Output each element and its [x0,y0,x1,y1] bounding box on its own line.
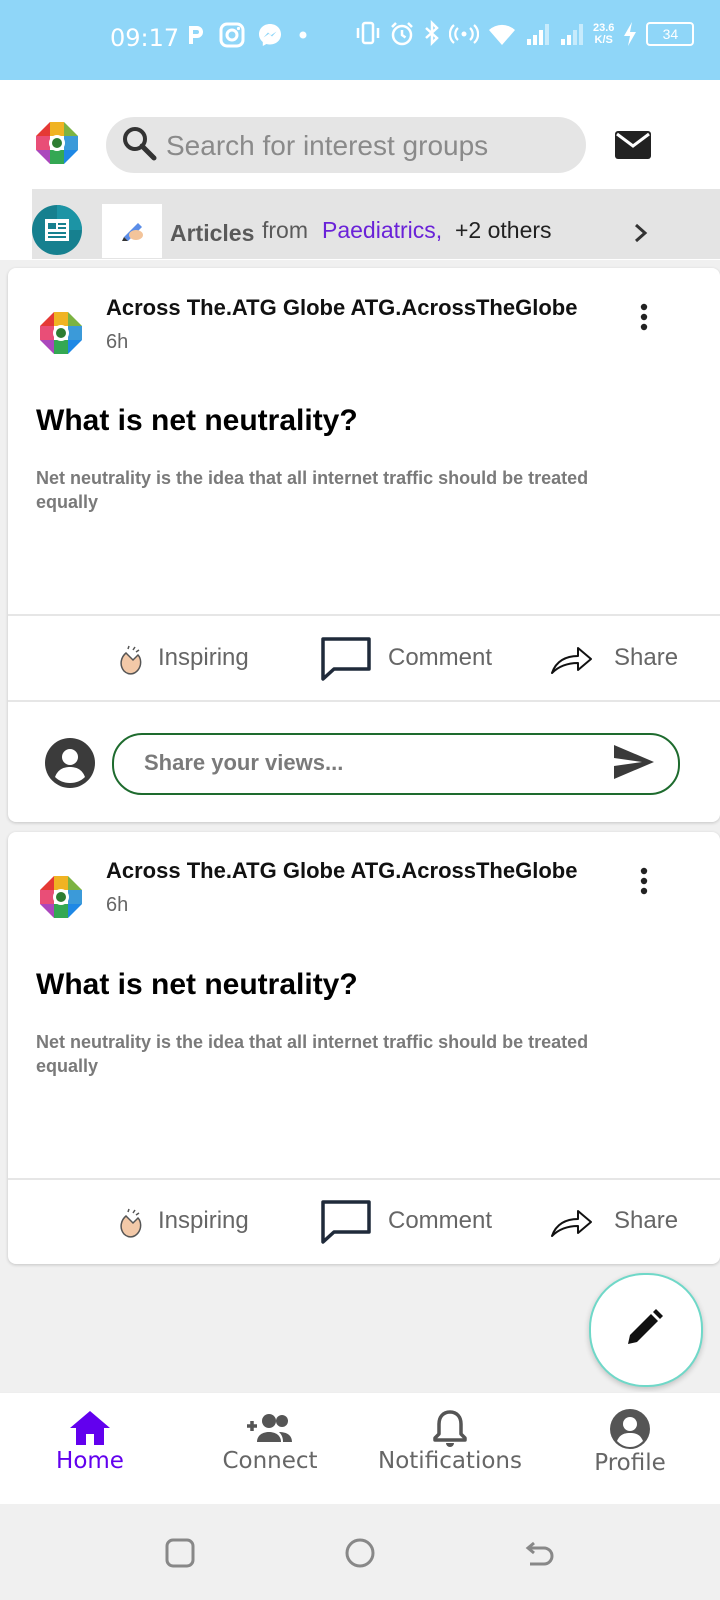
status-time: 09:17 [110,24,180,52]
articles-icon [32,205,82,255]
divider [8,700,720,702]
more-notifications-icon [299,31,307,39]
status-notification-icons [185,22,311,48]
inspiring-button[interactable]: Inspiring [158,644,249,672]
divider [8,1178,720,1180]
search-input[interactable]: Search for interest groups [166,130,488,162]
bluetooth-icon [425,20,439,47]
network-speed: 23.6 K/S [593,22,614,46]
clapping-hands-icon[interactable] [116,645,148,677]
chevron-right-icon[interactable] [632,222,650,244]
nav-home[interactable]: Home [0,1408,180,1474]
inspiring-button[interactable]: Inspiring [158,1207,249,1235]
instagram-icon [219,22,245,48]
post-author[interactable]: Across The.ATG Globe ATG.AcrossTheGlobe [106,858,577,884]
more-vert-icon[interactable] [632,866,656,898]
send-icon[interactable] [612,743,656,781]
share-icon[interactable] [550,644,594,676]
hotspot-icon [449,24,479,44]
divider [8,614,720,616]
search-icon [123,127,157,161]
status-system-icons: 23.6 K/S 34 [355,20,695,48]
author-avatar[interactable] [38,874,84,920]
post-time: 6h [106,894,129,916]
author-avatar[interactable] [38,310,84,356]
articles-group-link[interactable]: Paediatrics, [322,217,442,244]
nav-profile[interactable]: Profile [540,1408,720,1476]
nav-connect-label: Connect [222,1448,318,1474]
signal-2-icon [561,24,583,45]
clapping-hands-icon[interactable] [116,1208,148,1240]
more-vert-icon[interactable] [632,302,656,334]
vibrate-icon [356,21,380,45]
share-button[interactable]: Share [614,1207,678,1235]
post-time: 6h [106,331,129,353]
profile-icon [610,1409,650,1449]
back-icon[interactable] [524,1537,556,1569]
messenger-icon [259,24,281,46]
comment-placeholder[interactable]: Share your views... [144,750,343,776]
comment-button[interactable]: Comment [388,1207,492,1235]
signal-1-icon [527,24,549,45]
post-description: Net neutrality is the idea that all inte… [36,1032,589,1076]
home-nav-icon[interactable] [344,1537,376,1569]
status-bar: 09:17 23.6 K/S 34 [0,0,720,80]
nav-notifications-label: Notifications [378,1448,522,1474]
post-title[interactable]: What is net neutrality? [36,968,358,1002]
articles-from: from [262,217,308,243]
comment-icon[interactable] [320,1199,372,1245]
share-icon[interactable] [550,1207,594,1239]
paytm-icon [189,26,203,44]
comment-icon[interactable] [320,636,372,682]
network-speed-unit: K/S [594,34,613,46]
post-author[interactable]: Across The.ATG Globe ATG.AcrossTheGlobe [106,295,577,321]
mail-icon[interactable] [614,130,652,160]
nav-home-label: Home [56,1448,124,1474]
nav-profile-label: Profile [594,1450,666,1476]
pencil-icon [628,1309,663,1344]
battery-indicator: 34 [646,22,695,46]
add-people-icon [247,1414,292,1442]
writing-hand-icon [122,223,143,241]
atg-logo[interactable] [34,120,80,166]
post-description: Net neutrality is the idea that all inte… [36,468,589,512]
home-icon [70,1411,110,1445]
bell-icon [433,1410,467,1447]
nav-connect[interactable]: Connect [180,1408,360,1474]
comment-button[interactable]: Comment [388,644,492,672]
recents-icon[interactable] [164,1537,196,1569]
share-button[interactable]: Share [614,644,678,672]
nav-notifications[interactable]: Notifications [360,1408,540,1474]
charging-icon [624,22,637,46]
user-avatar-icon [45,738,95,788]
network-speed-value: 23.6 [593,22,615,34]
articles-others[interactable]: +2 others [455,217,552,244]
wifi-icon [489,24,515,45]
post-title[interactable]: What is net neutrality? [36,404,358,438]
articles-label: Articles [170,220,255,246]
alarm-icon [391,22,413,46]
